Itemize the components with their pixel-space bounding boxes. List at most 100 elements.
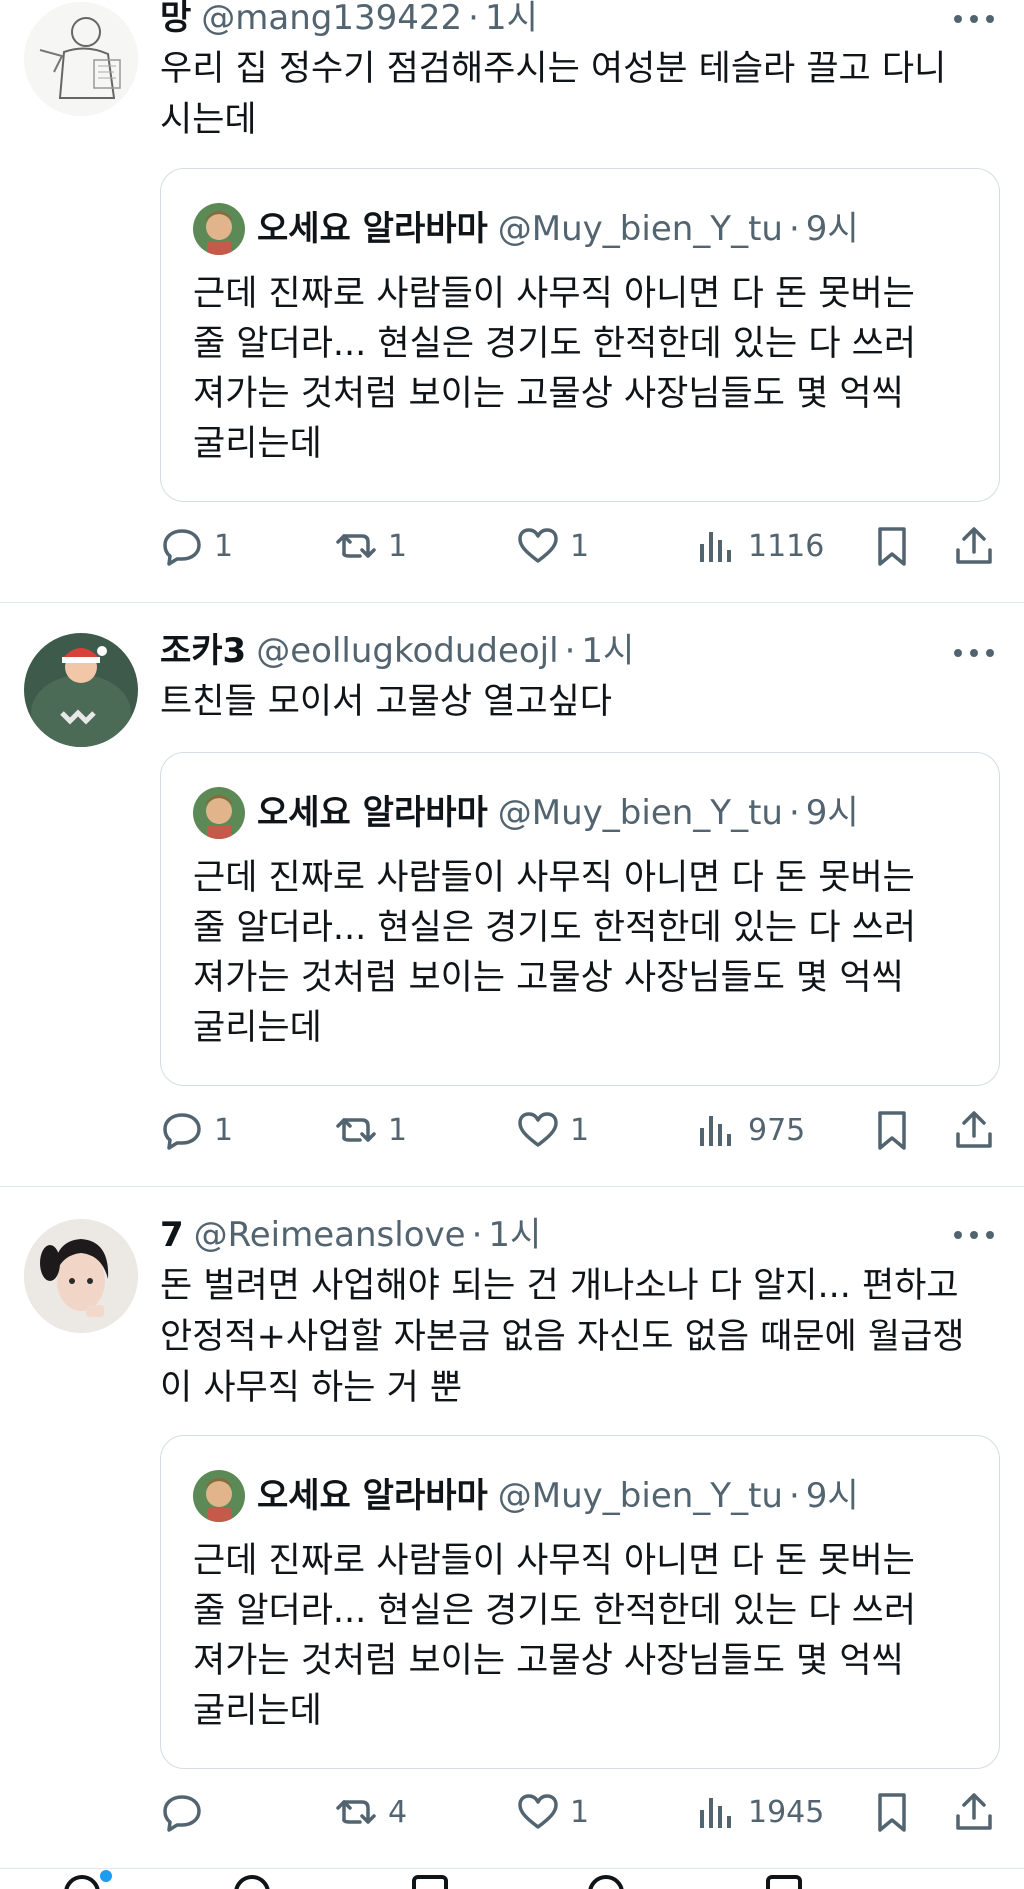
- quoted-display-name: 오세요 알라바마: [257, 793, 488, 833]
- tweet-header: 망 @mang139422 · 1시: [160, 0, 538, 40]
- retweet-button[interactable]: 4: [334, 1787, 407, 1837]
- views-button[interactable]: 1116: [694, 521, 824, 571]
- tweet-text: 트친들 모이서 고물상 열고싶다: [160, 682, 612, 722]
- view-count: 1945: [748, 1794, 825, 1830]
- user-handle[interactable]: @mang139422: [201, 0, 462, 40]
- quoted-avatar-image: [193, 1470, 245, 1522]
- reply-count: 1: [214, 1112, 234, 1148]
- notification-dot: [100, 1870, 112, 1882]
- action-bar: 1 1 1 975: [160, 1105, 1004, 1155]
- reply-icon: [163, 1113, 201, 1150]
- quoted-header: 오세요 알라바마 @Muy_bien_Y_tu · 9시: [257, 205, 859, 253]
- user-handle[interactable]: @Reimeanslove: [194, 1213, 466, 1257]
- quoted-handle: @Muy_bien_Y_tu: [497, 209, 783, 249]
- quoted-header: 오세요 알라바마 @Muy_bien_Y_tu · 9시: [257, 789, 859, 837]
- tweet[interactable]: 망 @mang139422 · 1시 우리 집 정수기 점검해주시는 여성분 테…: [0, 0, 1024, 602]
- separator-dot: ·: [564, 631, 576, 671]
- quoted-avatar[interactable]: [193, 1470, 245, 1522]
- bookmark-button[interactable]: [870, 521, 914, 571]
- bookmark-button[interactable]: [870, 1787, 914, 1837]
- like-count: 1: [570, 528, 590, 564]
- quoted-tweet[interactable]: 오세요 알라바마 @Muy_bien_Y_tu · 9시 근데 진짜로 사람들이…: [160, 1435, 1000, 1769]
- quoted-tweet[interactable]: 오세요 알라바마 @Muy_bien_Y_tu · 9시 근데 진짜로 사람들이…: [160, 168, 1000, 502]
- share-icon: [956, 527, 992, 564]
- bookmark-button[interactable]: [870, 1105, 914, 1155]
- retweet-count: 4: [388, 1794, 408, 1830]
- quoted-avatar-image: [193, 787, 245, 839]
- character-avatar-image: [24, 633, 138, 747]
- views-button[interactable]: 975: [694, 1105, 805, 1155]
- like-button[interactable]: 1: [516, 1787, 589, 1837]
- separator-dot: ·: [468, 0, 479, 38]
- quoted-handle: @Muy_bien_Y_tu: [497, 793, 783, 833]
- more-icon[interactable]: [952, 9, 996, 29]
- views-icon: [700, 532, 731, 562]
- retweet-count: 1: [388, 1112, 408, 1148]
- user-handle[interactable]: @eollugkodudeojl: [256, 629, 558, 673]
- quoted-avatar[interactable]: [193, 203, 245, 255]
- sketch-avatar-image: [24, 2, 138, 116]
- avatar[interactable]: [24, 633, 138, 747]
- more-icon[interactable]: [952, 643, 996, 663]
- tweet[interactable]: 7 @Reimeanslove · 1시 돈 벌려면 사업해야 되는 건 개나소…: [0, 1187, 1024, 1868]
- reply-icon: [163, 1795, 201, 1832]
- heart-icon: [518, 1112, 558, 1147]
- share-button[interactable]: [952, 1105, 996, 1155]
- communities-icon[interactable]: [412, 1875, 448, 1889]
- retweet-icon: [336, 1800, 376, 1824]
- timestamp[interactable]: 1시: [581, 629, 634, 673]
- reply-button[interactable]: 1: [160, 1105, 233, 1155]
- retweet-count: 1: [388, 528, 408, 564]
- reply-count: 1: [214, 528, 234, 564]
- quoted-header: 오세요 알라바마 @Muy_bien_Y_tu · 9시: [257, 1472, 859, 1520]
- tweet-header: 조카3 @eollugkodudeojl · 1시: [160, 629, 634, 673]
- views-icon: [700, 1798, 731, 1828]
- retweet-icon: [336, 1118, 376, 1142]
- quoted-display-name: 오세요 알라바마: [257, 209, 488, 249]
- retweet-button[interactable]: 1: [334, 1105, 407, 1155]
- share-button[interactable]: [952, 1787, 996, 1837]
- heart-icon: [518, 1794, 558, 1829]
- messages-icon[interactable]: [766, 1875, 802, 1889]
- reply-button[interactable]: 1: [160, 521, 233, 571]
- tweet-text: 돈 벌려면 사업해야 되는 건 개나소나 다 알지... 편하고 안정적+사업할…: [160, 1266, 965, 1408]
- notifications-icon[interactable]: [588, 1875, 624, 1889]
- avatar[interactable]: [24, 2, 138, 116]
- home-icon[interactable]: [64, 1875, 100, 1889]
- retweet-button[interactable]: 1: [334, 521, 407, 571]
- quoted-timestamp: 9시: [805, 209, 859, 249]
- views-button[interactable]: 1945: [694, 1787, 824, 1837]
- like-button[interactable]: 1: [516, 1105, 589, 1155]
- like-button[interactable]: 1: [516, 521, 589, 571]
- like-count: 1: [570, 1112, 590, 1148]
- search-icon[interactable]: [234, 1875, 270, 1889]
- retweet-icon: [336, 534, 376, 558]
- tweet[interactable]: 조카3 @eollugkodudeojl · 1시 트친들 모이서 고물상 열고…: [0, 603, 1024, 1185]
- quoted-handle: @Muy_bien_Y_tu: [497, 1476, 783, 1516]
- tweet-text: 우리 집 정수기 점검해주시는 여성분 테슬라 끌고 다니 시는데: [160, 49, 947, 140]
- display-name[interactable]: 7: [160, 1213, 184, 1257]
- share-icon: [956, 1793, 992, 1830]
- quoted-text: 근데 진짜로 사람들이 사무직 아니면 다 돈 못버는 줄 알더라... 현실은…: [193, 274, 917, 464]
- timestamp[interactable]: 1시: [485, 0, 538, 40]
- share-icon: [956, 1111, 992, 1148]
- display-name[interactable]: 조카3: [160, 629, 246, 673]
- view-count: 1116: [748, 528, 825, 564]
- quoted-text: 근데 진짜로 사람들이 사무직 아니면 다 돈 못버는 줄 알더라... 현실은…: [193, 1541, 917, 1731]
- timeline-feed: 망 @mang139422 · 1시 우리 집 정수기 점검해주시는 여성분 테…: [0, 0, 1024, 1889]
- timestamp[interactable]: 1시: [488, 1213, 541, 1257]
- avatar[interactable]: [24, 1219, 138, 1333]
- reply-button[interactable]: [160, 1787, 214, 1837]
- quoted-avatar-image: [193, 203, 245, 255]
- tweet-header: 7 @Reimeanslove · 1시: [160, 1213, 541, 1257]
- photo-avatar-image: [24, 1219, 138, 1333]
- action-bar: 1 1 1 1116: [160, 521, 1004, 571]
- display-name[interactable]: 망: [160, 0, 191, 40]
- views-icon: [700, 1116, 731, 1146]
- quoted-avatar[interactable]: [193, 787, 245, 839]
- action-bar: 4 1 1945: [160, 1787, 1004, 1837]
- more-icon[interactable]: [952, 1225, 996, 1245]
- quoted-timestamp: 9시: [805, 793, 859, 833]
- quoted-tweet[interactable]: 오세요 알라바마 @Muy_bien_Y_tu · 9시 근데 진짜로 사람들이…: [160, 752, 1000, 1086]
- share-button[interactable]: [952, 521, 996, 571]
